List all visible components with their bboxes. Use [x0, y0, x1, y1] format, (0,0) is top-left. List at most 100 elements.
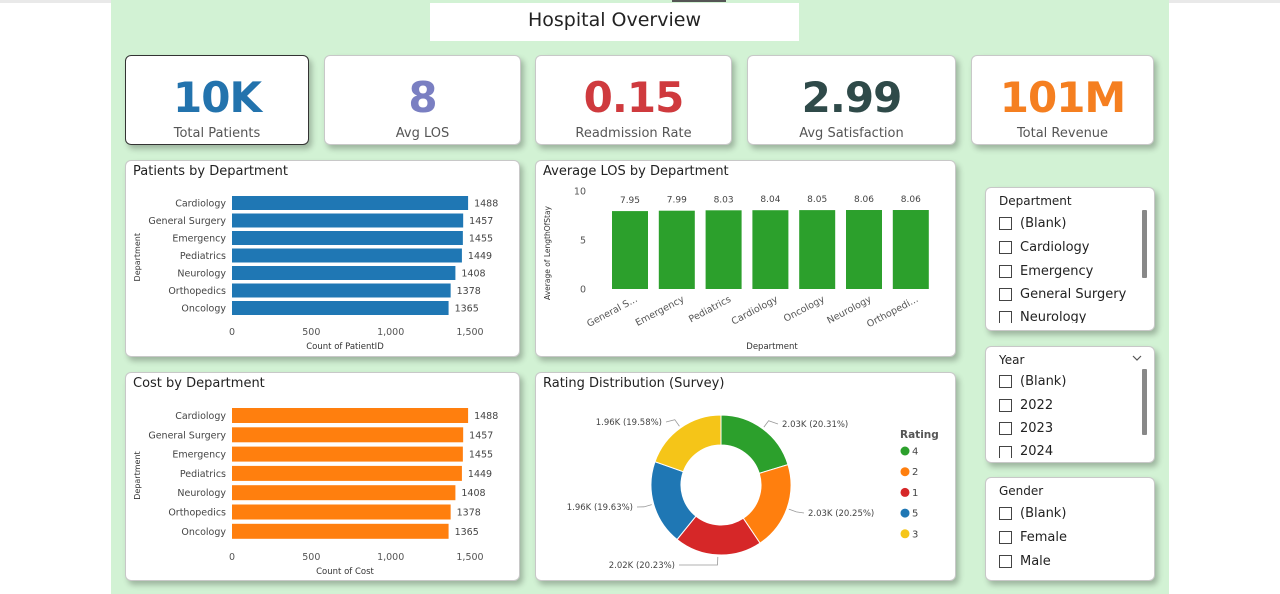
data-label: 7.95 [620, 196, 640, 206]
bar [232, 504, 451, 520]
category-label: Neurology [177, 269, 226, 280]
x-tick-label: 1,500 [456, 327, 483, 338]
category-label: Cardiology [175, 199, 226, 210]
kpi-label: Readmission Rate [575, 126, 692, 141]
bar [232, 283, 451, 298]
category-label: General Surgery [148, 216, 226, 227]
slicer-item-label: General Surgery [1020, 286, 1127, 302]
checkbox[interactable] [999, 264, 1012, 278]
checkbox[interactable] [999, 530, 1012, 544]
kpi-label: Avg LOS [395, 126, 450, 141]
column [705, 210, 742, 289]
checkbox[interactable] [999, 554, 1012, 568]
category-label: Pediatrics [180, 251, 226, 262]
checkbox[interactable] [999, 421, 1012, 435]
checkbox[interactable] [999, 506, 1012, 520]
slicer-item-label: 2023 [1020, 420, 1054, 436]
legend-label: 5 [912, 509, 918, 520]
slicer-item-emergency[interactable]: Emergency [999, 261, 1093, 281]
donut-slice [654, 414, 722, 473]
slicer-title: Gender [999, 484, 1044, 498]
slicer-item-label: Emergency [1020, 263, 1094, 279]
x-tick-label: Cardiology [730, 294, 780, 328]
avg-los-by-department-visual[interactable]: Average LOS by Department 0 5 10 7.95 Genera… [535, 160, 956, 357]
checkbox[interactable] [999, 240, 1012, 254]
bar [232, 266, 456, 280]
x-tick-label: General S... [585, 294, 639, 330]
kpi-avg-satisfaction[interactable]: 2.99 Avg Satisfaction [747, 55, 956, 145]
bar [232, 231, 463, 245]
column [846, 210, 882, 289]
slicer-item-blank[interactable]: (Blank) [999, 503, 1066, 523]
slicer-item-2024[interactable]: 2024 [999, 444, 1053, 458]
data-label: 1488 [474, 411, 498, 422]
data-label: 8.04 [760, 195, 780, 205]
slicer-item-cardiology[interactable]: Cardiology [999, 237, 1090, 257]
slicer-scrollbar[interactable] [1142, 369, 1147, 435]
checkbox[interactable] [999, 398, 1012, 412]
checkbox[interactable] [999, 287, 1012, 301]
chevron-down-icon[interactable] [1132, 355, 1142, 361]
data-label: 1408 [461, 488, 485, 499]
cost-by-department-visual[interactable]: Cost by Department Cardiology 1488 General… [125, 372, 520, 581]
x-tick-label: 500 [302, 327, 320, 338]
kpi-value: 8 [408, 73, 437, 122]
department-slicer[interactable]: Department (Blank) Cardiology Emergency … [985, 187, 1155, 331]
kpi-label: Total Patients [173, 126, 261, 141]
legend-label: 4 [912, 447, 918, 458]
data-label: 2.03K (20.31%) [782, 420, 848, 430]
legend-marker [900, 487, 910, 497]
bar [232, 465, 462, 481]
checkbox[interactable] [999, 446, 1012, 458]
data-label: 1365 [455, 304, 479, 315]
legend-label: 2 [912, 467, 918, 478]
slicer-item-label: (Blank) [1020, 215, 1067, 231]
legend-marker [900, 508, 910, 518]
checkbox[interactable] [999, 374, 1012, 388]
slicer-item-label: Neurology [1020, 310, 1087, 323]
kpi-total-revenue[interactable]: 101M Total Revenue [971, 55, 1154, 145]
x-tick-label: 500 [302, 552, 320, 563]
data-label: 1457 [469, 430, 493, 441]
column [658, 210, 695, 289]
leader-line [636, 504, 652, 508]
slicer-item-label: Cardiology [1020, 239, 1090, 255]
data-label: 1455 [469, 234, 493, 245]
legend-marker [900, 529, 910, 539]
kpi-value: 2.99 [801, 73, 903, 122]
kpi-avg-los[interactable]: 8 Avg LOS [324, 55, 521, 145]
slicer-scrollbar[interactable] [1142, 210, 1147, 278]
category-label: General Surgery [148, 430, 226, 441]
x-axis-title: Count of Cost [316, 567, 374, 577]
column [892, 210, 929, 289]
slicer-item-blank[interactable]: (Blank) [999, 213, 1066, 233]
x-tick-label: 0 [229, 552, 235, 563]
slicer-item-male[interactable]: Male [999, 551, 1051, 571]
slicer-item-general-surgery[interactable]: General Surgery [999, 284, 1126, 304]
kpi-total-patients[interactable]: 10K Total Patients [125, 55, 309, 145]
gender-slicer[interactable]: Gender (Blank) Female Male [985, 477, 1155, 581]
report-title: Hospital Overview [527, 9, 701, 31]
leader-line [665, 419, 680, 427]
slicer-item-2022[interactable]: 2022 [999, 395, 1053, 415]
slicer-title: Year [999, 353, 1025, 367]
slicer-item-2023[interactable]: 2023 [999, 418, 1053, 438]
data-label: 2.02K (20.23%) [609, 561, 675, 571]
checkbox[interactable] [999, 216, 1012, 230]
slicer-item-blank[interactable]: (Blank) [999, 371, 1066, 391]
checkbox[interactable] [999, 311, 1012, 323]
kpi-readmission-rate[interactable]: 0.15 Readmission Rate [535, 55, 732, 145]
slicer-item-label: 2024 [1020, 444, 1054, 458]
x-tick-label: 1,000 [377, 327, 404, 338]
bar [232, 213, 464, 228]
data-label: 1.96K (19.63%) [567, 503, 633, 513]
bar [232, 196, 469, 210]
column [799, 210, 836, 289]
slicer-item-neurology[interactable]: Neurology [999, 309, 1087, 323]
slicer-item-female[interactable]: Female [999, 527, 1067, 547]
year-slicer[interactable]: Year (Blank) 2022 2023 2024 [985, 346, 1155, 463]
x-axis-title: Count of PatientID [306, 342, 384, 352]
patients-by-department-visual[interactable]: Patients by Department Cardiology 1488 Gen… [125, 160, 520, 357]
rating-distribution-visual[interactable]: Rating Distribution (Survey) 2.03K (20.3… [535, 372, 956, 581]
data-label: 1449 [468, 251, 492, 262]
